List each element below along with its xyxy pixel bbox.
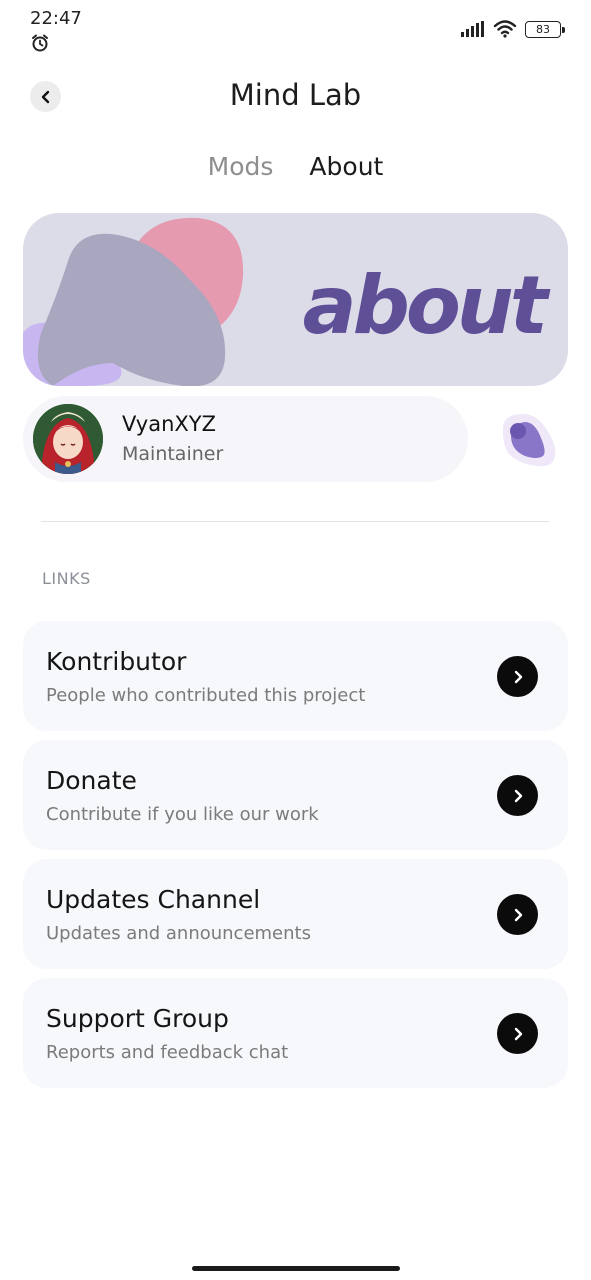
link-subtitle: Contribute if you like our work	[46, 804, 319, 825]
chevron-right-icon	[514, 670, 522, 683]
about-banner: about	[23, 213, 568, 386]
link-title: Kontributor	[46, 647, 187, 676]
tab-mods[interactable]: Mods	[208, 152, 274, 181]
divider	[41, 521, 549, 522]
open-button[interactable]	[497, 775, 538, 816]
link-title: Updates Channel	[46, 885, 261, 914]
maintainer-card[interactable]: VyanXYZ Maintainer	[23, 396, 468, 482]
battery-level: 83	[536, 22, 550, 36]
link-donate[interactable]: Donate Contribute if you like our work	[23, 740, 568, 850]
banner-title: about	[302, 259, 548, 352]
link-title: Donate	[46, 766, 137, 795]
signal-icon	[461, 21, 484, 37]
link-subtitle: Updates and announcements	[46, 923, 311, 944]
tab-bar: Mods About	[0, 152, 591, 181]
wifi-icon	[493, 20, 517, 38]
page-title: Mind Lab	[229, 78, 362, 112]
open-button[interactable]	[497, 1013, 538, 1054]
maintainer-role: Maintainer	[122, 443, 224, 465]
chevron-right-icon	[514, 908, 522, 921]
link-subtitle: People who contributed this project	[46, 685, 366, 706]
open-button[interactable]	[497, 894, 538, 935]
decorative-shape-icon	[502, 414, 556, 467]
avatar	[33, 404, 103, 474]
link-kontributor[interactable]: Kontributor People who contributed this …	[23, 621, 568, 731]
alarm-icon	[32, 34, 48, 52]
link-title: Support Group	[46, 1004, 229, 1033]
link-updates-channel[interactable]: Updates Channel Updates and announcement…	[23, 859, 568, 969]
tab-about[interactable]: About	[309, 152, 383, 181]
links-section-header: LINKS	[42, 569, 91, 588]
status-icons: 83	[461, 20, 565, 38]
chevron-right-icon	[514, 1027, 522, 1040]
maintainer-name: VyanXYZ	[122, 412, 217, 436]
chevron-right-icon	[514, 789, 522, 802]
link-support-group[interactable]: Support Group Reports and feedback chat	[23, 978, 568, 1088]
link-subtitle: Reports and feedback chat	[46, 1042, 289, 1063]
open-button[interactable]	[497, 656, 538, 697]
battery-icon: 83	[525, 20, 565, 38]
status-time: 22:47	[30, 8, 82, 29]
home-indicator[interactable]	[192, 1266, 400, 1271]
